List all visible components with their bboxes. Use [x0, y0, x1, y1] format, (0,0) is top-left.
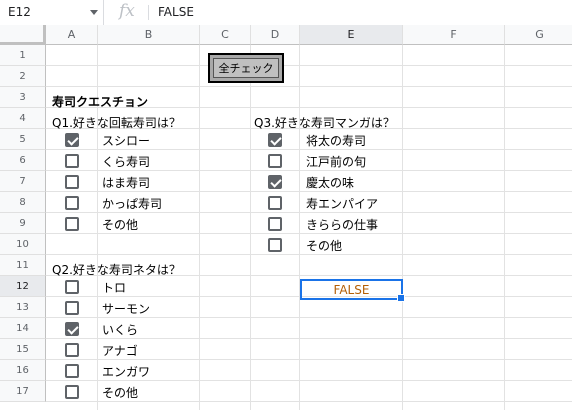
q2-checkbox-6[interactable] [65, 385, 79, 399]
row-header-16[interactable]: 16 [0, 360, 46, 381]
row-gridline [46, 254, 572, 255]
q2-checkbox-3[interactable] [65, 322, 79, 336]
row-header-15[interactable]: 15 [0, 339, 46, 360]
q2-option-label: サーモン [102, 302, 151, 316]
row-header-17[interactable]: 17 [0, 381, 46, 402]
col-gridline [299, 45, 300, 410]
row-header-10[interactable]: 10 [0, 234, 46, 255]
row-gridline [46, 317, 572, 318]
formula-divider [148, 5, 149, 20]
row-header-9[interactable]: 9 [0, 213, 46, 234]
row-header-8[interactable]: 8 [0, 192, 46, 213]
row-gridline [46, 65, 572, 66]
row-header-3[interactable]: 3 [0, 87, 46, 108]
formula-input[interactable]: FALSE [158, 5, 194, 19]
row-gridline [46, 191, 572, 192]
q3-checkbox-5[interactable] [268, 217, 282, 231]
q3-checkbox-4[interactable] [268, 196, 282, 210]
q1-checkbox-2[interactable] [65, 154, 79, 168]
formula-bar: E12 fx FALSE [0, 0, 572, 26]
col-gridline [250, 45, 251, 410]
column-header-f[interactable]: F [403, 25, 505, 45]
q2-option-label: トロ [102, 281, 127, 295]
row-gridline [46, 338, 572, 339]
q2-option-label: いくら [102, 323, 139, 337]
col-gridline [504, 45, 505, 410]
q2-checkbox-1[interactable] [65, 280, 79, 294]
q3-checkbox-6[interactable] [268, 238, 282, 252]
fill-handle[interactable] [397, 294, 405, 302]
column-header-g[interactable]: G [505, 25, 572, 45]
q2-checkbox-2[interactable] [65, 301, 79, 315]
q1-option-label: くら寿司 [102, 155, 151, 169]
q3-option-label: 江戸前の旬 [306, 155, 367, 169]
q2-option-label: エンガワ [102, 365, 151, 379]
row-gridline [46, 212, 572, 213]
q1-checkbox-5[interactable] [65, 217, 79, 231]
all-check-label: 全チェック [213, 58, 279, 78]
q1-option-label: その他 [102, 218, 139, 232]
chevron-down-icon[interactable] [90, 10, 98, 15]
row-header-7[interactable]: 7 [0, 171, 46, 192]
select-all-corner[interactable] [0, 25, 46, 45]
fx-icon: fx [119, 1, 135, 21]
q3-question: Q3.好きな寿司マンガは？ [254, 116, 395, 130]
q2-checkbox-4[interactable] [65, 343, 79, 357]
col-gridline [402, 45, 403, 410]
row-header-4[interactable]: 4 [0, 108, 46, 129]
name-box[interactable]: E12 [0, 0, 104, 25]
q2-option-label: アナゴ [102, 344, 138, 358]
q3-option-label: 将太の寿司 [306, 134, 367, 148]
column-header-c[interactable]: C [200, 25, 251, 45]
q2-option-label: その他 [102, 386, 139, 400]
column-header-a[interactable]: A [46, 25, 98, 45]
q3-option-label: 寿エンパイア [306, 197, 379, 211]
q3-option-label: その他 [306, 239, 343, 253]
row-gridline [46, 380, 572, 381]
row-header-1[interactable]: 1 [0, 45, 46, 66]
row-header-14[interactable]: 14 [0, 318, 46, 339]
col-gridline [199, 45, 200, 410]
name-box-value: E12 [8, 5, 31, 19]
row-gridline [46, 86, 572, 87]
q3-checkbox-2[interactable] [268, 154, 282, 168]
row-gridline [46, 149, 572, 150]
column-header-b[interactable]: B [98, 25, 200, 45]
sheet-title: 寿司クエスチョン [52, 95, 149, 109]
q1-checkbox-3[interactable] [65, 175, 79, 189]
all-check-button[interactable]: 全チェック [208, 53, 284, 83]
row-header-5[interactable]: 5 [0, 129, 46, 150]
row-gridline [46, 359, 572, 360]
column-header-e[interactable]: E [300, 25, 403, 45]
spreadsheet-grid[interactable]: 全チェック 寿司クエスチョン Q1.好きな回転寿司は？ Q3.好きな寿司マンガは… [0, 25, 572, 410]
q1-checkbox-1[interactable] [65, 133, 79, 147]
q2-checkbox-5[interactable] [65, 364, 79, 378]
q1-option-label: スシロー [102, 134, 151, 148]
q3-option-label: 慶太の味 [306, 176, 355, 190]
q3-option-label: きららの仕事 [306, 218, 379, 232]
row-header-12[interactable]: 12 [0, 276, 46, 297]
row-gridline [46, 233, 572, 234]
row-header-6[interactable]: 6 [0, 150, 46, 171]
row-gridline [46, 170, 572, 171]
q1-option-label: はま寿司 [102, 176, 151, 190]
row-header-13[interactable]: 13 [0, 297, 46, 318]
q1-checkbox-4[interactable] [65, 196, 79, 210]
column-header-d[interactable]: D [251, 25, 300, 45]
selected-cell-e12[interactable]: FALSE [300, 279, 405, 302]
row-gridline [46, 401, 572, 402]
q3-checkbox-1[interactable] [268, 133, 282, 147]
q3-checkbox-3[interactable] [268, 175, 282, 189]
q1-question: Q1.好きな回転寿司は？ [52, 116, 181, 130]
selected-cell-value: FALSE [333, 283, 370, 297]
row-header-11[interactable]: 11 [0, 255, 46, 276]
q2-question: Q2.好きな寿司ネタは？ [52, 263, 181, 277]
row-header-2[interactable]: 2 [0, 66, 46, 87]
q1-option-label: かっぱ寿司 [102, 197, 163, 211]
